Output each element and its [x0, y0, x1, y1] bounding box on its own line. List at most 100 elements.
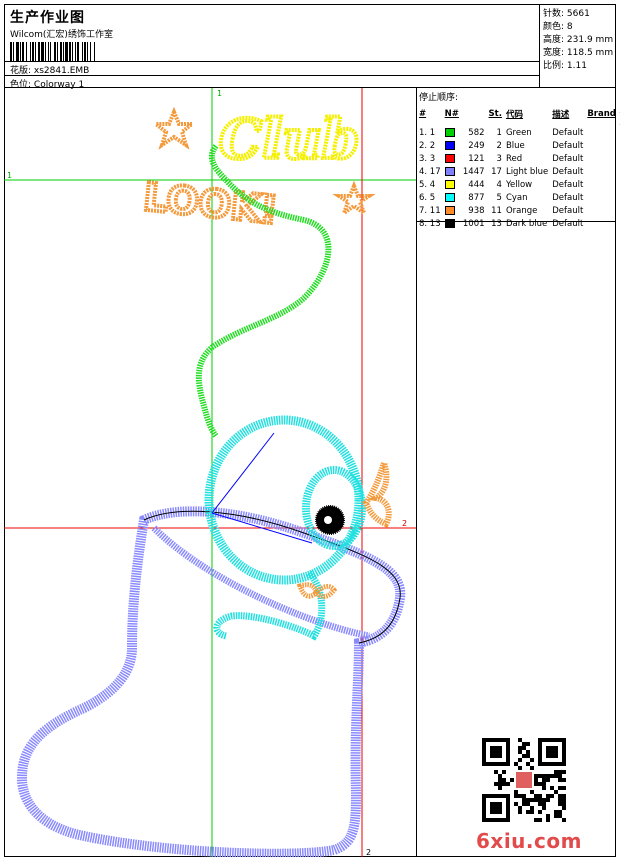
cell-desc: Orange [505, 205, 538, 216]
cell-desc: Green [505, 127, 532, 138]
bird-head [204, 415, 364, 585]
barcode [10, 42, 95, 62]
star-right [332, 180, 376, 219]
cell-brand: Default [552, 179, 584, 190]
cell-desc: Light blue [505, 166, 549, 177]
color-swatch [444, 192, 455, 202]
color-swatch [444, 127, 455, 137]
divider [4, 75, 539, 76]
star-left [150, 106, 198, 150]
guide-label-v2: 2 [366, 848, 371, 857]
cell-idx: 8. 13 [419, 218, 441, 229]
cell-st: 1447 [462, 166, 485, 177]
bird-pupil-highlight [324, 516, 332, 524]
stat-height: 高度: 231.9 mm [543, 35, 614, 45]
color-swatch-cell [443, 204, 461, 217]
cell-code: 13 [491, 218, 502, 229]
design-canvas: 1 1 2 2 Club LOOK! [4, 88, 417, 857]
guide-label-h2: 2 [402, 519, 407, 528]
cell-elem [585, 139, 618, 152]
stat-colors: 颜色: 8 [543, 22, 573, 32]
guide-label-h1: 1 [7, 171, 12, 180]
cell-elem [585, 165, 618, 178]
cell-desc: Yellow [505, 179, 533, 190]
color-swatch [444, 218, 455, 228]
cell-st: 877 [468, 192, 485, 203]
cell-idx: 4. 17 [419, 166, 441, 177]
cell-desc: Blue [505, 140, 525, 151]
cell-desc: Dark blue [505, 218, 548, 229]
boot-outline [16, 506, 406, 857]
table-row: 4. 17 1447 17 Light blue Default [417, 165, 620, 178]
color-swatch [444, 140, 455, 150]
cell-brand: Default [552, 218, 584, 229]
color-swatch [444, 205, 455, 215]
cell-elem [585, 191, 618, 204]
cell-elem [585, 152, 618, 165]
stat-scale: 比例: 1.11 [543, 61, 587, 71]
color-swatch-cell [443, 126, 461, 139]
table-row: 6. 5 877 5 Cyan Default [417, 191, 620, 204]
color-swatch-cell [443, 191, 461, 204]
cell-idx: 6. 5 [419, 192, 436, 203]
color-swatch-cell [443, 165, 461, 178]
header-info: 生产作业图 Wilcom(汇宏)绣饰工作室 花版: xs2841.EMB 色位:… [4, 4, 540, 90]
stat-width: 宽度: 118.5 mm [543, 48, 614, 58]
cell-idx: 1. 1 [419, 127, 436, 138]
design-stats: 针数: 5661 颜色: 8 高度: 231.9 mm 宽度: 118.5 mm… [540, 4, 616, 88]
cell-st: 444 [468, 179, 485, 190]
cell-elem [585, 178, 618, 191]
color-swatch [444, 179, 455, 189]
cell-brand: Default [552, 205, 584, 216]
color-swatch-cell [443, 217, 461, 230]
cell-elem [585, 217, 618, 230]
table-row: 5. 4 444 4 Yellow Default [417, 178, 620, 191]
stat-stitches: 针数: 5661 [543, 9, 590, 19]
page-title: 生产作业图 [10, 10, 85, 26]
travel-stitch [211, 432, 275, 514]
divider [4, 61, 539, 62]
stop-sequence-panel: 停止顺序: # N# St. 代码 描述 Brand 元素 1. 15821Gr… [417, 88, 620, 229]
studio-name: Wilcom(汇宏)绣饰工作室 [10, 30, 113, 40]
color-swatch-cell [443, 178, 461, 191]
guide-label-v1: 1 [217, 89, 222, 98]
watermark: 6xiu.com [476, 829, 582, 853]
bird-beak [362, 453, 392, 528]
cell-brand: Default [552, 127, 584, 138]
cell-code: 4 [496, 179, 502, 190]
cell-st: 121 [468, 153, 485, 164]
cell-code: 3 [496, 153, 502, 164]
cell-st: 249 [468, 140, 485, 151]
cell-code: 1 [496, 127, 502, 138]
text-club: Club [219, 107, 360, 171]
stop-sequence-table: # N# St. 代码 描述 Brand 元素 1. 1 582 1Green Def… [417, 102, 620, 230]
qr-code [482, 738, 566, 822]
color-swatch-cell [443, 139, 461, 152]
color-swatch [444, 166, 455, 176]
table-row: 7. 11 938 11 Orange Default [417, 204, 620, 217]
table-row: 8. 13 1001 13 Dark blue Default [417, 217, 620, 230]
cell-elem [585, 126, 618, 139]
cell-st: 582 [468, 127, 485, 138]
cell-idx: 2. 2 [419, 140, 436, 151]
cell-code: 5 [496, 192, 502, 203]
table-row: 1. 1 582 1 Green Default [417, 126, 620, 139]
cell-desc: Cyan [505, 192, 528, 203]
cell-idx: 5. 4 [419, 179, 436, 190]
table-header: # N# St. 代码 描述 Brand 元素 [419, 104, 620, 126]
cell-brand: Default [552, 140, 584, 151]
cell-brand: Default [552, 166, 584, 177]
cell-desc: Red [505, 153, 523, 164]
color-swatch-cell [443, 152, 461, 165]
cell-brand: Default [552, 192, 584, 203]
cell-idx: 3. 3 [419, 153, 436, 164]
cell-idx: 7. 11 [419, 205, 441, 216]
cell-code: 2 [496, 140, 502, 151]
cell-st: 938 [468, 205, 485, 216]
table-row: 3. 3 121 3 Red Default [417, 152, 620, 165]
table-row: 2. 2 249 2 Blue Default [417, 139, 620, 152]
cell-elem [585, 204, 618, 217]
color-swatch [444, 153, 455, 163]
cell-code: 11 [491, 205, 502, 216]
embroidery-preview: 1 1 2 2 Club LOOK! [4, 88, 416, 857]
